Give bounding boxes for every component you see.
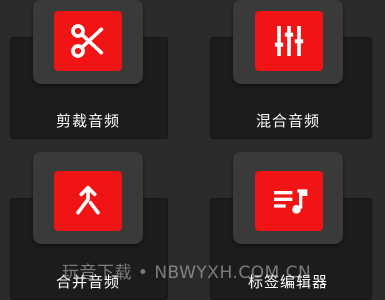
music-playlist-icon	[274, 189, 308, 214]
tag-editor-icon-button[interactable]	[255, 171, 323, 231]
watermark-text: 玩音下载 • NBWYXH.COM.CN	[62, 263, 312, 283]
mix-audio-label: 混合音频	[255, 112, 320, 130]
trim-audio-label: 剪裁音频	[55, 112, 120, 130]
trim-audio-tile[interactable]: 剪裁音频	[0, 0, 192, 146]
mix-audio-icon-button[interactable]	[255, 11, 323, 71]
merge-icon	[76, 185, 100, 215]
mix-audio-tile[interactable]: 混合音频	[193, 0, 385, 146]
trim-audio-icon-button[interactable]	[54, 11, 122, 71]
equalizer-icon	[274, 26, 304, 56]
scissors-icon	[71, 24, 104, 58]
merge-audio-icon-button[interactable]	[54, 171, 122, 231]
